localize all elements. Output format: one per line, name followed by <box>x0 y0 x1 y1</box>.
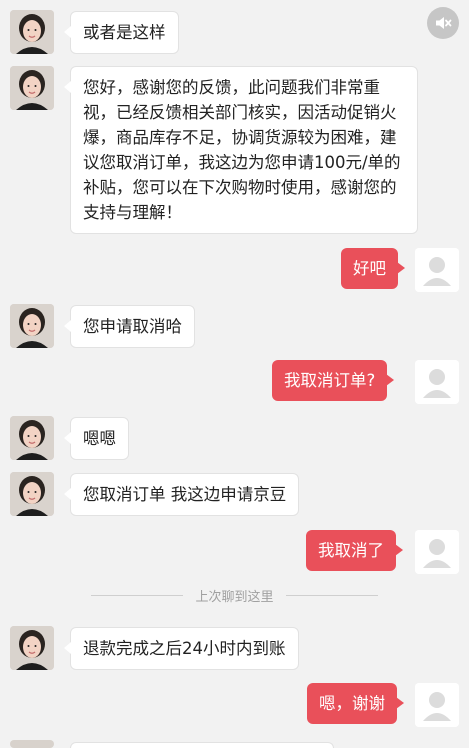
user-message: 好吧 <box>341 248 405 289</box>
user-avatar[interactable] <box>415 683 459 727</box>
agent-message: 您取消订单 我这边申请京豆 <box>63 473 300 516</box>
user-message: 嗯，谢谢 <box>307 683 404 724</box>
agent-avatar[interactable] <box>10 416 54 460</box>
divider-line-right <box>285 594 378 596</box>
agent-message: 退款完成之后24小时内到账 <box>64 627 299 670</box>
agent-message: 您申请取消哈 <box>64 305 195 348</box>
agent-avatar[interactable] <box>10 626 54 670</box>
speaker-mute-icon <box>436 17 452 29</box>
user-placeholder-icon <box>415 248 459 292</box>
agent-avatar[interactable] <box>10 304 54 348</box>
user-placeholder-icon <box>415 360 459 404</box>
agent-avatar[interactable] <box>10 10 54 54</box>
mute-button[interactable] <box>427 7 459 39</box>
agent-message-partial <box>70 742 334 748</box>
user-message: 我取消了 <box>306 530 403 571</box>
user-placeholder-icon <box>415 530 459 574</box>
history-divider: 上次聊到这里 <box>0 584 469 606</box>
divider-line-left <box>91 594 184 596</box>
user-placeholder-icon <box>415 683 459 727</box>
divider-label: 上次聊到这里 <box>195 589 274 605</box>
agent-message: 嗯嗯 <box>64 417 129 460</box>
agent-message: 您好，感谢您的反馈，此问题我们非常重视，已经反馈相关部门核实，因活动促销火爆，商… <box>64 66 418 234</box>
user-avatar[interactable] <box>415 360 459 404</box>
user-message: 我取消订单? <box>272 360 395 401</box>
agent-message: 或者是这样 <box>64 11 179 54</box>
user-avatar[interactable] <box>415 248 459 292</box>
agent-avatar[interactable] <box>10 66 54 110</box>
agent-avatar-partial[interactable] <box>10 740 54 748</box>
user-avatar[interactable] <box>415 530 459 574</box>
agent-avatar[interactable] <box>10 472 54 516</box>
